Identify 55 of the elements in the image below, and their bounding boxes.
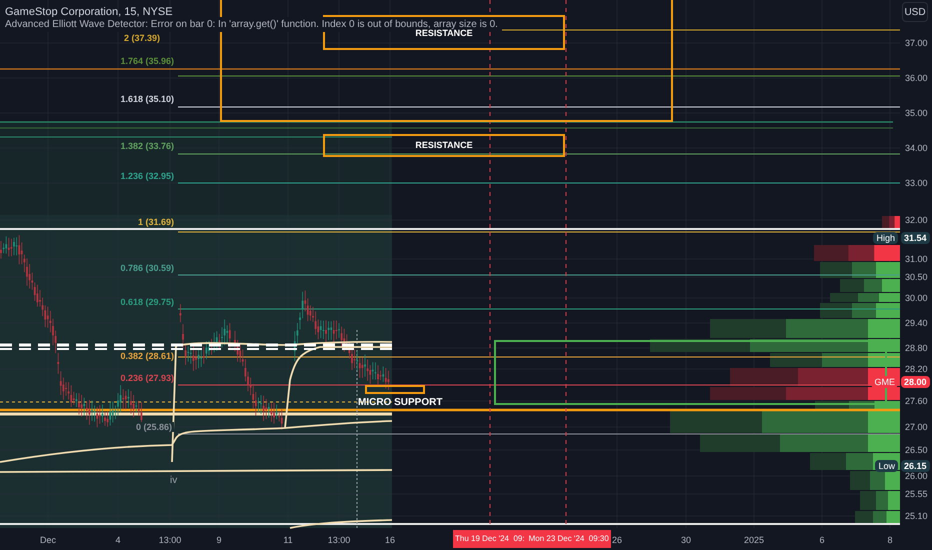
time-axis-label: 13:00 <box>158 535 182 545</box>
fib-level-label: 0.786 (30.59) <box>120 263 174 273</box>
time-axis-label: 30 <box>681 535 691 545</box>
price-badge-label: Low <box>875 460 898 472</box>
date-badge: Mon 23 Dec '24 09:30 <box>526 530 611 548</box>
price-badge-value: 31.54 <box>901 232 930 244</box>
price-axis-label: 28.20 <box>905 364 928 374</box>
fib-level-label: 1.764 (35.96) <box>120 56 174 66</box>
price-badge-label: High <box>873 232 898 244</box>
price-badge-value: 28.00 <box>901 376 930 388</box>
price-axis-label: 29.40 <box>905 318 928 328</box>
price-axis-label: 27.00 <box>905 422 928 432</box>
price-axis-label: 37.00 <box>905 38 928 48</box>
fib-level-label: 0.382 (28.61) <box>120 351 174 361</box>
wave-label: iv <box>170 476 178 486</box>
fib-level-label: 1 (31.69) <box>138 217 174 227</box>
price-badge-value: 26.15 <box>901 460 930 472</box>
price-axis-label: 28.80 <box>905 343 928 353</box>
time-axis-label: 13:00 <box>328 535 350 545</box>
price-axis-label: 25.55 <box>905 489 928 499</box>
fib-level-label: 0 (25.86) <box>134 422 174 432</box>
time-axis-label: 8 <box>888 535 892 545</box>
time-axis-label: 6 <box>820 535 824 545</box>
currency-button[interactable]: USD <box>902 2 928 22</box>
fib-level-label: 0.236 (27.93) <box>120 373 174 383</box>
price-axis-label: 35.00 <box>905 108 928 118</box>
price-axis-label: 36.00 <box>905 73 928 83</box>
price-axis-label: 30.50 <box>905 272 928 282</box>
price-axis-label: 32.00 <box>905 215 928 225</box>
time-axis-label: 11 <box>283 535 293 545</box>
time-axis-label: 2025 <box>744 535 764 545</box>
price-axis-label: 31.00 <box>905 254 928 264</box>
time-axis-label: 4 <box>116 535 120 545</box>
fib-level-label: 1.382 (33.76) <box>120 141 174 151</box>
price-axis-label: 30.00 <box>905 293 928 303</box>
zone-label: MICRO SUPPORT <box>358 397 442 409</box>
date-badge: Thu 19 Dec '24 09: <box>453 530 527 548</box>
time-axis-label: 9 <box>216 535 222 545</box>
price-badge-label: GME <box>871 376 898 388</box>
fib-level-label: 1.618 (35.10) <box>120 94 174 104</box>
price-axis-label: 34.00 <box>905 143 928 153</box>
price-axis-label: 26.00 <box>905 471 928 481</box>
fib-level-label: 0.618 (29.75) <box>120 297 174 307</box>
time-axis-label: Dec <box>40 535 56 545</box>
price-axis-label: 25.10 <box>905 511 928 521</box>
time-axis-label: 26 <box>612 535 622 545</box>
support-zone-box <box>365 385 425 394</box>
fib-level-label: 1.236 (32.95) <box>120 171 174 181</box>
chart-title: GameStop Corporation, 15, NYSE <box>5 5 173 20</box>
fib-level-label: 2 (37.39) <box>124 33 160 43</box>
price-axis-label: 33.00 <box>905 178 928 188</box>
price-axis-label: 26.50 <box>905 445 928 455</box>
zone-label: RESISTANCE <box>414 140 474 150</box>
price-axis-label: 27.60 <box>905 396 928 406</box>
time-axis-label: 16 <box>385 535 395 545</box>
